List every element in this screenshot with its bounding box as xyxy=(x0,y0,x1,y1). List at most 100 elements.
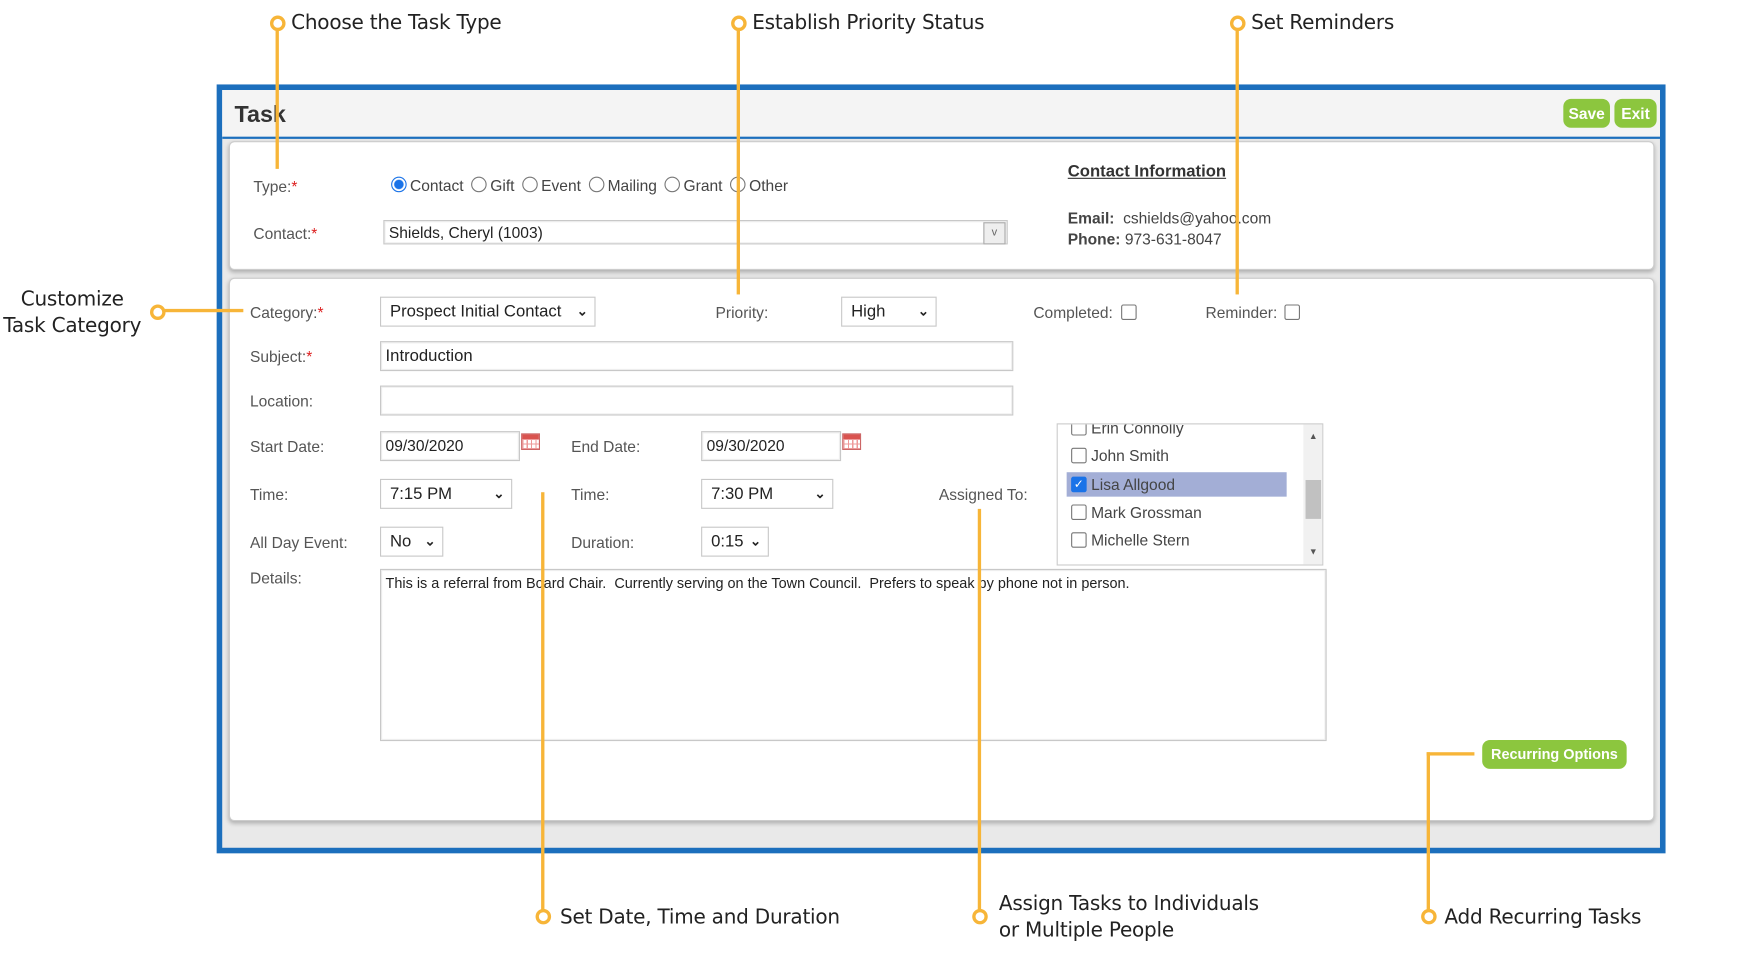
location-input[interactable] xyxy=(379,385,1014,416)
annotation-marker-icon xyxy=(1229,15,1246,32)
priority-select[interactable]: High ⌄ xyxy=(841,296,937,327)
scroll-down-icon[interactable]: ▼ xyxy=(1309,547,1318,557)
category-select[interactable]: Prospect Initial Contact ⌄ xyxy=(379,296,596,327)
contact-select[interactable]: Shields, Cheryl (1003) v xyxy=(383,219,1008,245)
type-radio-group: Contact Gift Event Mailing Grant Other xyxy=(391,176,796,195)
task-window: Task Save Exit Type:* Contact Gift Event Ma… xyxy=(216,84,1666,854)
all-day-value: No xyxy=(389,532,412,552)
start-time-value: 7:15 PM xyxy=(389,484,453,504)
reminder-label: Reminder: xyxy=(1205,303,1278,322)
type-radio-gift[interactable]: Gift xyxy=(471,176,514,194)
type-radio-label: Grant xyxy=(683,176,723,195)
chevron-down-icon: ⌄ xyxy=(576,303,588,319)
type-radio-mailing[interactable]: Mailing xyxy=(588,176,657,194)
annotation-line xyxy=(156,308,244,313)
location-label: Location: xyxy=(249,392,314,410)
chevron-down-icon: ⌄ xyxy=(424,533,436,549)
annotation-line xyxy=(275,24,279,169)
annotation-line xyxy=(736,24,740,295)
contact-value: Shields, Cheryl (1003) xyxy=(388,223,543,242)
start-time-label: Time: xyxy=(249,485,289,504)
chevron-down-icon: ⌄ xyxy=(917,303,929,319)
annotation-date-time: Set Date, Time and Duration xyxy=(559,905,840,929)
details-label: Details: xyxy=(249,568,302,587)
type-radio-contact[interactable]: Contact xyxy=(391,176,464,195)
type-radio-event[interactable]: Event xyxy=(522,176,581,195)
start-date-label: Start Date: xyxy=(249,437,325,456)
assignee-name: Lisa Allgood xyxy=(1091,475,1176,493)
radio-button[interactable] xyxy=(664,176,681,193)
assignee-name: Mark Grossman xyxy=(1091,503,1202,521)
assignee-checkbox[interactable]: ✓ xyxy=(1071,476,1087,492)
assignee-checkbox[interactable] xyxy=(1071,532,1087,548)
chevron-down-icon: ⌄ xyxy=(814,485,826,502)
annotation-reminders: Set Reminders xyxy=(1251,11,1395,35)
radio-button[interactable] xyxy=(471,176,487,193)
task-form-panel: Category:* Prospect Initial Contact ⌄ Pri… xyxy=(228,277,1655,822)
chevron-down-icon[interactable]: v xyxy=(983,222,1006,245)
email-value: cshields@yahoo.com xyxy=(1123,208,1272,227)
assignee-item[interactable]: Erin Connolly xyxy=(1067,424,1287,440)
phone-label: Phone: xyxy=(1067,229,1121,248)
annotation-line xyxy=(1426,752,1475,756)
email-row: Email: cshields@yahoo.com xyxy=(1068,209,1271,227)
completed-label: Completed: xyxy=(1033,303,1113,322)
type-radio-label: Contact xyxy=(409,176,464,195)
duration-select[interactable]: 0:15 ⌄ xyxy=(701,526,769,557)
annotation-marker-icon xyxy=(269,15,286,32)
priority-label: Priority: xyxy=(715,303,769,322)
end-time-select[interactable]: 7:30 PM ⌄ xyxy=(701,478,834,509)
assignee-item[interactable]: Michelle Stern xyxy=(1067,528,1287,552)
type-radio-label: Event xyxy=(541,176,581,195)
required-marker: * xyxy=(311,224,318,243)
type-radio-grant[interactable]: Grant xyxy=(664,176,723,195)
exit-button[interactable]: Exit xyxy=(1614,98,1657,128)
start-date-input[interactable]: 09/30/2020 xyxy=(379,431,520,462)
chevron-down-icon: ⌄ xyxy=(493,485,505,502)
end-time-value: 7:30 PM xyxy=(711,484,774,504)
calendar-icon[interactable] xyxy=(842,433,862,450)
type-label-text: Type: xyxy=(253,177,292,196)
annotation-line xyxy=(541,492,545,915)
radio-button[interactable] xyxy=(391,176,407,193)
completed-checkbox[interactable] xyxy=(1121,304,1137,320)
scrollbar[interactable]: ▲ ▼ xyxy=(1303,424,1323,565)
required-marker: * xyxy=(291,177,298,196)
save-button[interactable]: Save xyxy=(1563,98,1610,128)
details-textarea[interactable]: This is a referral from Board Chair. Cur… xyxy=(379,568,1327,742)
recurring-options-button[interactable]: Recurring Options xyxy=(1482,739,1627,769)
assignee-list[interactable]: Erin Connolly John Smith ✓ Lisa Allgood Mark… xyxy=(1056,423,1324,566)
end-date-label: End Date: xyxy=(571,437,641,456)
radio-button[interactable] xyxy=(522,176,538,193)
assignee-checkbox[interactable] xyxy=(1071,504,1087,520)
all-day-label: All Day Event: xyxy=(249,533,348,552)
annotation-line xyxy=(977,508,982,915)
assignee-checkbox[interactable] xyxy=(1071,448,1087,464)
calendar-icon[interactable] xyxy=(521,433,540,450)
annotation-marker-icon xyxy=(972,908,988,925)
assignee-checkbox[interactable] xyxy=(1071,424,1087,436)
category-label: Category:* xyxy=(250,303,324,321)
reminder-checkbox[interactable] xyxy=(1284,304,1300,320)
assignee-name: John Smith xyxy=(1091,446,1169,465)
radio-button[interactable] xyxy=(588,176,605,193)
assignee-item[interactable]: ✓ Lisa Allgood xyxy=(1066,471,1287,497)
annotation-category-line1: Customize xyxy=(20,287,124,312)
annotation-marker-icon xyxy=(731,15,747,32)
assignee-item[interactable]: Mark Grossman xyxy=(1067,500,1287,524)
assignee-name: Michelle Stern xyxy=(1091,531,1190,550)
all-day-select[interactable]: No ⌄ xyxy=(379,526,444,557)
end-date-input[interactable]: 09/30/2020 xyxy=(701,431,842,462)
type-radio-label: Other xyxy=(749,176,789,195)
scrollbar-thumb[interactable] xyxy=(1305,479,1322,519)
annotation-line xyxy=(1426,752,1430,915)
start-time-select[interactable]: 7:15 PM ⌄ xyxy=(379,478,513,509)
scroll-up-icon[interactable]: ▲ xyxy=(1309,431,1318,441)
category-value: Prospect Initial Contact xyxy=(389,302,562,322)
assignee-item[interactable]: John Smith xyxy=(1067,444,1287,468)
annotation-marker-icon xyxy=(149,304,166,320)
contact-panel: Type:* Contact Gift Event Mailing Grant Other… xyxy=(228,141,1655,270)
annotation-recurring: Add Recurring Tasks xyxy=(1444,905,1642,929)
subject-input[interactable]: Introduction xyxy=(379,341,1014,372)
annotation-line xyxy=(1235,24,1239,295)
